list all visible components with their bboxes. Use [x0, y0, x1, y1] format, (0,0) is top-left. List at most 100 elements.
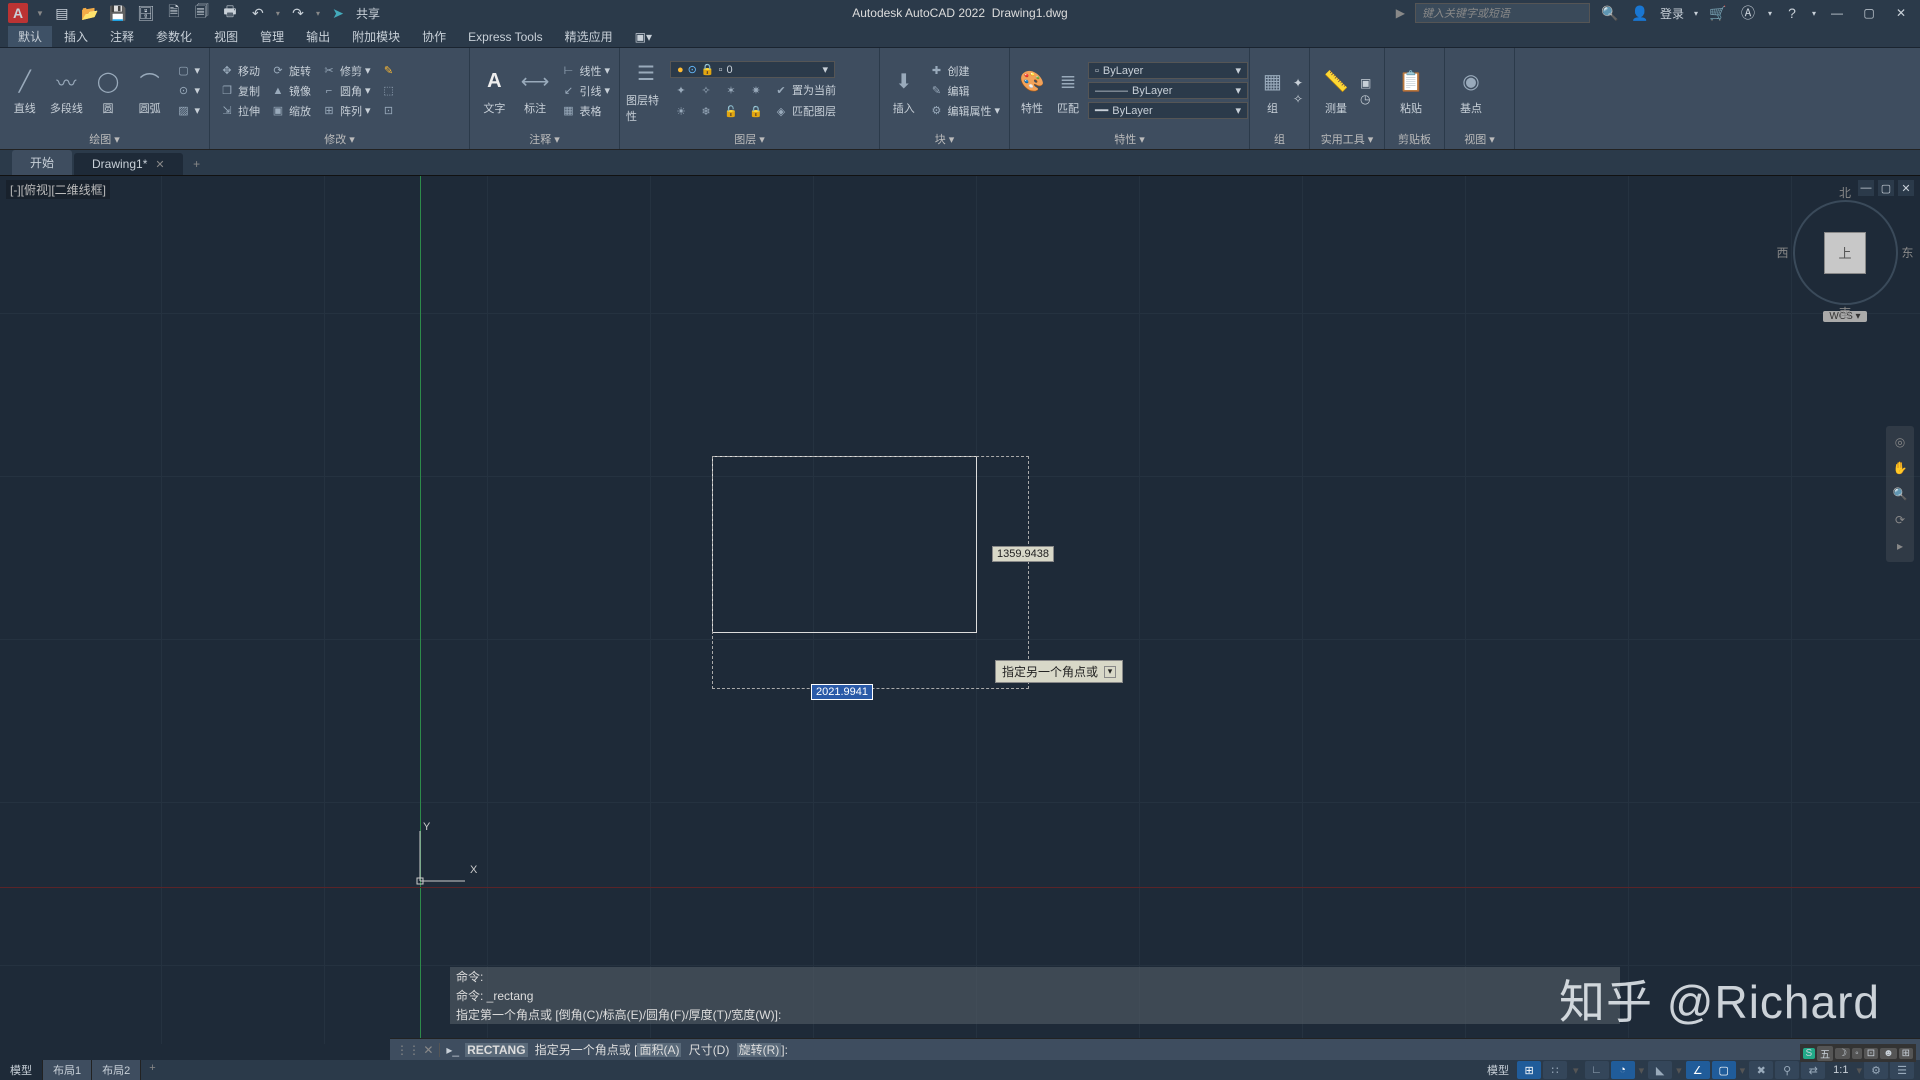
ime-indicator[interactable]: S五☽◦⊡☻⊞ [1800, 1044, 1917, 1062]
app-icon[interactable]: Ⓐ [1738, 3, 1758, 23]
vp-close-icon[interactable]: ✕ [1898, 180, 1914, 196]
layer-selector[interactable]: ●⊙🔒▫ 0 ▾ [670, 61, 835, 78]
new-icon[interactable]: ▤ [52, 3, 72, 23]
color-selector[interactable]: ▫ByLayer▾ [1088, 62, 1248, 79]
panel-label[interactable]: 绘图 ▾ [6, 129, 203, 147]
group-ico-2[interactable]: ✧ [1293, 92, 1303, 106]
user-icon[interactable]: 👤 [1630, 3, 1650, 23]
vc-top-face[interactable]: 上 [1824, 232, 1866, 274]
util-ico-2[interactable]: ◷ [1360, 92, 1371, 106]
vc-east[interactable]: 东 [1901, 244, 1913, 261]
insert-button[interactable]: ⬇插入 [886, 66, 921, 116]
tab-featured[interactable]: 精选应用 [555, 26, 623, 47]
orbit-icon[interactable]: ⟳ [1890, 510, 1910, 530]
snap-toggle[interactable]: ∷ [1543, 1061, 1567, 1079]
set-current-button[interactable]: ✔置为当前 [770, 81, 839, 99]
width-dimension-input[interactable]: 2021.9941 [811, 684, 873, 700]
linetype-selector[interactable]: ———ByLayer▾ [1088, 82, 1248, 99]
line-button[interactable]: ╱直线 [6, 66, 44, 116]
layer-tool-icon[interactable]: 🔓 [720, 102, 742, 120]
ortho-toggle[interactable]: ∟ [1585, 1061, 1609, 1079]
layer-tool-icon[interactable]: ☀ [670, 102, 692, 120]
editattr-button[interactable]: ⚙编辑属性 ▾ [925, 102, 1003, 120]
panel-label[interactable]: 块 ▾ [886, 129, 1003, 147]
panel-label[interactable]: 注释 ▾ [476, 129, 613, 147]
draw-extra-2[interactable]: ⊙▾ [172, 82, 203, 100]
redo-icon[interactable]: ↷ [288, 3, 308, 23]
saveas-icon[interactable]: 🗄 [136, 3, 156, 23]
lwt-toggle[interactable]: ✖ [1749, 1061, 1773, 1079]
tab-express[interactable]: Express Tools [458, 28, 552, 46]
publish-icon[interactable]: 🗐 [192, 3, 212, 23]
cycling-toggle[interactable]: ⇄ [1801, 1061, 1825, 1079]
layout-model[interactable]: 模型 [0, 1060, 43, 1080]
cmd-handle-icon[interactable]: ⋮⋮ ✕ [396, 1043, 440, 1057]
gear-icon[interactable]: ⚙ [1864, 1061, 1888, 1079]
add-layout-button[interactable]: + [141, 1060, 163, 1080]
props-button[interactable]: 🎨特性 [1016, 66, 1048, 116]
layout-2[interactable]: 布局2 [92, 1060, 141, 1080]
tab-manage[interactable]: 管理 [250, 26, 294, 47]
dropdown-icon[interactable]: ▾ [1768, 9, 1772, 18]
mirror-button[interactable]: ▲镜像 [267, 82, 314, 100]
draw-extra-1[interactable]: ▢▾ [172, 62, 203, 80]
paste-button[interactable]: 📋粘贴 [1391, 66, 1431, 116]
match-layer-button[interactable]: ◈匹配图层 [770, 102, 839, 120]
circle-button[interactable]: ◯圆 [89, 66, 127, 116]
layer-tool-icon[interactable]: 🔒 [745, 102, 767, 120]
lineweight-selector[interactable]: ━━ByLayer▾ [1088, 102, 1248, 119]
linetype-button[interactable]: ⊢线性 ▾ [557, 62, 613, 80]
tab-parametric[interactable]: 参数化 [146, 26, 202, 47]
create-button[interactable]: ✚创建 [925, 62, 1003, 80]
dropdown-icon[interactable]: ▼ [36, 9, 44, 18]
pan-icon[interactable]: ✋ [1890, 458, 1910, 478]
dimension-button[interactable]: ⟷标注 [517, 66, 554, 116]
save-icon[interactable]: 💾 [108, 3, 128, 23]
layer-tool-icon[interactable]: ✦ [670, 81, 692, 99]
tab-extra-icon[interactable]: ▣▾ [625, 28, 662, 46]
layout-1[interactable]: 布局1 [43, 1060, 92, 1080]
tab-view[interactable]: 视图 [204, 26, 248, 47]
panel-label[interactable]: 实用工具 ▾ [1316, 129, 1378, 147]
layer-props-button[interactable]: ☰图层特性 [626, 58, 666, 124]
panel-label[interactable]: 修改 ▾ [216, 129, 463, 147]
dropdown-icon[interactable]: ▾ [1812, 9, 1816, 18]
undo-icon[interactable]: ↶ [248, 3, 268, 23]
array-button[interactable]: ⊞阵列 ▾ [318, 102, 374, 120]
open-icon[interactable]: 📂 [80, 3, 100, 23]
rotate-button[interactable]: ⟳旋转 [267, 62, 314, 80]
zoom-icon[interactable]: 🔍 [1890, 484, 1910, 504]
close-icon[interactable]: ✕ [155, 158, 164, 171]
help-icon[interactable]: ? [1782, 3, 1802, 23]
print-icon[interactable]: 🖶 [220, 3, 240, 23]
command-input[interactable]: RECTANG 指定另一个角点或 [面积(A) 尺寸(D) 旋转(R)]: [465, 1041, 788, 1058]
vc-north[interactable]: 北 [1839, 184, 1851, 201]
ucs-icon[interactable]: Y X [415, 826, 475, 886]
share-label[interactable]: 共享 [356, 5, 380, 22]
table-button[interactable]: ▦表格 [557, 102, 613, 120]
polar-toggle[interactable]: ◔ [1611, 1061, 1635, 1079]
app-logo-icon[interactable]: A [8, 3, 28, 23]
login-button[interactable]: 登录 [1660, 5, 1684, 22]
tab-default[interactable]: 默认 [8, 26, 52, 47]
status-model-label[interactable]: 模型 [1481, 1062, 1515, 1078]
arc-button[interactable]: ⌒圆弧 [131, 66, 169, 116]
grid-toggle[interactable]: ⊞ [1517, 1061, 1541, 1079]
layer-tool-icon[interactable]: ❄ [695, 102, 717, 120]
text-button[interactable]: A文字 [476, 66, 513, 116]
modify-ico-3[interactable]: ⊡ [378, 102, 400, 120]
dropdown-icon[interactable]: ▾ [1694, 9, 1698, 18]
vc-west[interactable]: 西 [1777, 244, 1789, 261]
maximize-button[interactable]: ▢ [1858, 4, 1880, 22]
panel-label[interactable]: 特性 ▾ [1016, 129, 1243, 147]
group-button[interactable]: ▦组 [1256, 66, 1289, 116]
expand-icon[interactable]: ▾ [1104, 666, 1116, 678]
tab-output[interactable]: 输出 [296, 26, 340, 47]
new-tab-button[interactable]: + [185, 153, 209, 175]
scale-display[interactable]: 1:1 [1827, 1064, 1854, 1076]
tab-drawing1[interactable]: Drawing1*✕ [74, 153, 183, 175]
layer-tool-icon[interactable]: ✧ [695, 81, 717, 99]
modify-ico-1[interactable]: ✎ [378, 62, 400, 80]
tab-annotate[interactable]: 注释 [100, 26, 144, 47]
cart-icon[interactable]: 🛒 [1708, 3, 1728, 23]
